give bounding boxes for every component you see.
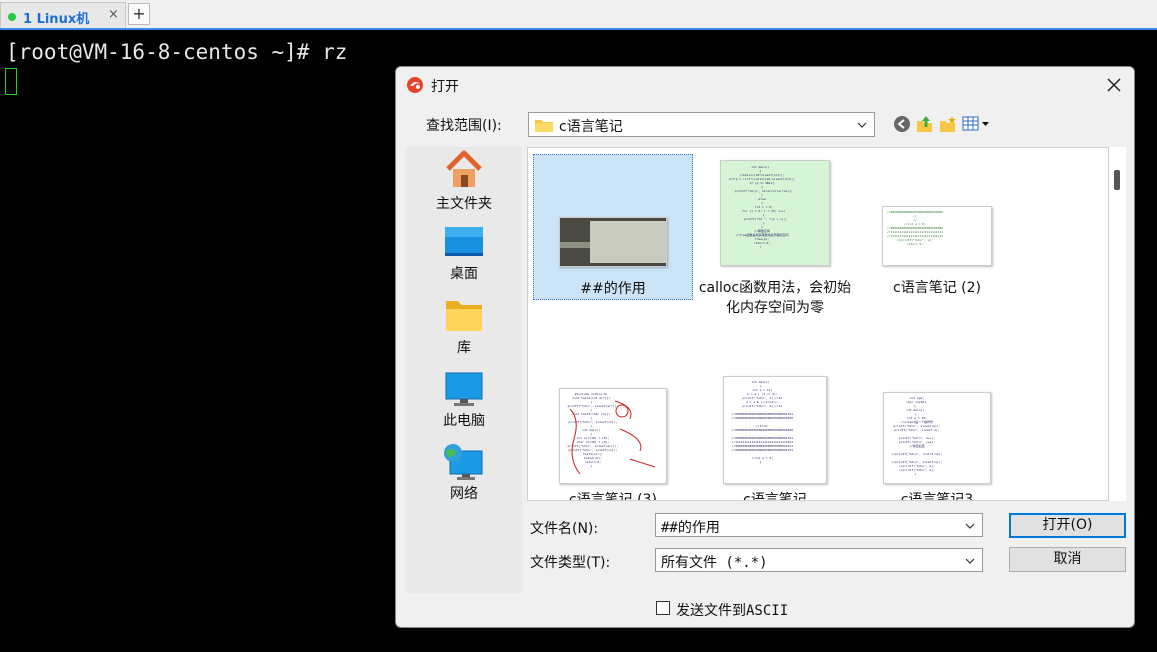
dialog-title-bar: 打开 xyxy=(396,67,1134,103)
file-list-view: ##的作用 int main() { //malloc(10*sizeof(in… xyxy=(527,147,1109,501)
file-thumbnail: int age; char id[20]; }; int main() { in… xyxy=(883,392,991,484)
file-name-input[interactable]: ##的作用 xyxy=(655,513,983,537)
file-item[interactable]: ##的作用 xyxy=(533,154,693,300)
close-icon[interactable] xyxy=(1100,71,1128,99)
look-in-value: c语言笔记 xyxy=(559,119,623,135)
place-label: 网络 xyxy=(450,486,478,502)
look-in-dropdown[interactable]: c语言笔记 xyxy=(528,112,875,137)
tab-close-icon[interactable]: × xyxy=(108,7,119,22)
cancel-button[interactable]: 取消 xyxy=(1009,547,1126,572)
file-thumbnail: #include <stdio.h> void test1(int arr[])… xyxy=(559,388,667,484)
file-name-value: ##的作用 xyxy=(661,520,720,536)
home-icon xyxy=(446,150,482,187)
place-home[interactable]: 主文件夹 xyxy=(406,149,522,219)
desktop-icon xyxy=(445,227,483,256)
place-desktop[interactable]: 桌面 xyxy=(406,223,522,293)
file-item[interactable]: int main() { int a = 11; a = a | (1 << 2… xyxy=(695,374,855,501)
file-name-label: 文件名(N): xyxy=(530,521,599,537)
screen: 1 Linux机 × + [root@VM-16-8-centos ~]# rz… xyxy=(0,0,1157,652)
file-label: c语言笔记 xyxy=(743,492,807,501)
file-type-label: 文件类型(T): xyxy=(530,555,611,571)
tab-linux[interactable]: 1 Linux机 × xyxy=(0,2,126,28)
place-label: 主文件夹 xyxy=(436,196,492,212)
terminal-prompt-line: [root@VM-16-8-centos ~]# rz xyxy=(6,40,348,64)
file-thumbnail: int main() { int a = 11; a = a | (1 << 2… xyxy=(723,376,827,484)
tab-label: 1 Linux机 xyxy=(23,12,90,27)
file-label: c语言笔记3 xyxy=(900,492,974,501)
terminal-cursor xyxy=(5,68,17,95)
look-in-label: 查找范围(I): xyxy=(426,118,502,134)
send-ascii-label: 发送文件到ASCII xyxy=(676,603,789,619)
computer-icon xyxy=(445,372,483,406)
places-sidebar: 主文件夹 桌面 库 此电脑 网络 xyxy=(406,147,522,593)
file-item[interactable]: int main() { //malloc(10*sizeof(int)); i… xyxy=(695,154,855,316)
chevron-down-icon[interactable] xyxy=(964,555,976,567)
file-type-value: 所有文件 (*.*) xyxy=(661,555,768,571)
new-folder-icon[interactable] xyxy=(939,115,957,133)
place-label: 桌面 xyxy=(450,266,478,282)
connected-status-icon xyxy=(8,13,16,21)
file-label: c语言笔记 (2) xyxy=(893,280,981,296)
file-thumbnail xyxy=(559,217,667,267)
place-label: 库 xyxy=(457,340,471,356)
file-label: ##的作用 xyxy=(580,281,646,297)
file-item[interactable]: #include <stdio.h> void test1(int arr[])… xyxy=(533,374,693,501)
tab-bar: 1 Linux机 × + xyxy=(0,0,1157,30)
new-tab-button[interactable]: + xyxy=(128,3,150,25)
open-button[interactable]: 打开(O) xyxy=(1009,513,1126,538)
library-folder-icon xyxy=(446,301,482,331)
dialog-title: 打开 xyxy=(431,79,459,95)
app-shell-icon xyxy=(407,77,423,93)
file-label: calloc函数用法，会初始化内存空间为零 xyxy=(698,280,852,316)
place-label: 此电脑 xyxy=(443,413,485,429)
scrollbar-thumb[interactable] xyxy=(1114,170,1120,190)
file-item[interactable]: int age; char id[20]; }; int main() { in… xyxy=(857,374,1017,501)
chevron-down-icon[interactable] xyxy=(964,520,976,532)
view-menu-icon[interactable] xyxy=(962,115,992,133)
send-ascii-checkbox[interactable] xyxy=(656,601,670,615)
place-network[interactable]: 网络 xyxy=(406,443,522,513)
file-thumbnail: int main() { //malloc(10*sizeof(int)); i… xyxy=(720,160,830,266)
file-item[interactable]: //00000000000000000000000000000 // // //… xyxy=(857,154,1017,300)
red-annotation-marks xyxy=(569,400,656,475)
back-icon[interactable] xyxy=(893,115,911,133)
file-list-scrollbar[interactable] xyxy=(1109,147,1126,501)
network-icon xyxy=(444,444,483,480)
open-file-dialog: 打开 查找范围(I): c语言笔记 主文件夹 桌面 库 此电脑 网络 ##的作用… xyxy=(395,66,1135,628)
up-folder-icon[interactable] xyxy=(916,115,934,133)
chevron-down-icon xyxy=(857,122,867,128)
place-library[interactable]: 库 xyxy=(406,297,522,367)
file-label: c语言笔记 (3) xyxy=(569,492,657,501)
file-type-dropdown[interactable]: 所有文件 (*.*) xyxy=(655,548,983,572)
file-thumbnail: //00000000000000000000000000000 // // //… xyxy=(882,206,992,266)
folder-icon xyxy=(535,120,553,132)
place-this-pc[interactable]: 此电脑 xyxy=(406,370,522,440)
